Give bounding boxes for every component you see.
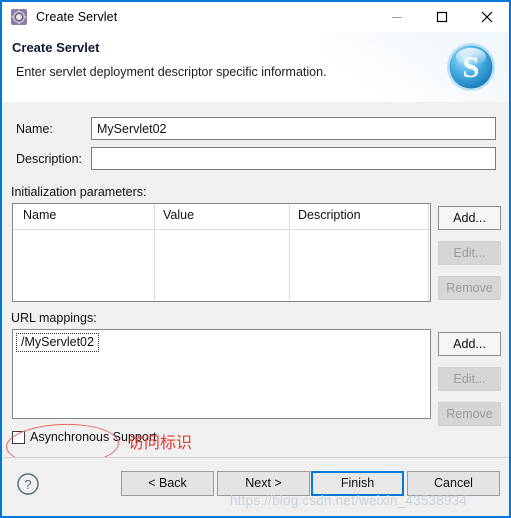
init-params-remove-button: Remove <box>438 276 501 300</box>
maximize-button[interactable] <box>419 2 464 31</box>
header-description: Enter servlet deployment descriptor spec… <box>16 65 327 79</box>
asynchronous-support-checkbox[interactable] <box>12 430 25 444</box>
name-label: Name: <box>16 122 53 136</box>
table-body[interactable] <box>13 230 430 301</box>
svg-text:S: S <box>463 51 480 84</box>
url-mappings-remove-button: Remove <box>438 402 501 426</box>
url-mappings-label: URL mappings: <box>11 311 97 325</box>
minimize-button[interactable] <box>374 2 419 31</box>
column-header-name: Name <box>23 208 57 222</box>
annotation-text: 访问标识 <box>128 433 193 452</box>
column-divider <box>289 230 290 301</box>
init-parameters-label: Initialization parameters: <box>11 185 147 199</box>
url-mappings-add-button[interactable]: Add... <box>438 332 501 356</box>
init-params-edit-button: Edit... <box>438 241 501 265</box>
close-button[interactable] <box>464 2 509 31</box>
dialog-body: Name: Description: Initialization parame… <box>2 102 509 468</box>
window-title: Create Servlet <box>36 10 118 24</box>
svg-text:?: ? <box>24 477 31 492</box>
spring-s-sphere-logo: S <box>445 41 497 93</box>
column-divider[interactable] <box>289 204 290 229</box>
dialog-header: Create Servlet Enter servlet deployment … <box>2 32 509 103</box>
header-title: Create Servlet <box>12 40 100 55</box>
next-button[interactable]: Next > <box>217 471 310 496</box>
column-divider <box>428 230 429 301</box>
finish-button[interactable]: Finish <box>311 471 404 496</box>
column-header-description: Description <box>298 208 361 222</box>
dialog-footer: ? < Back Next > Finish Cancel <box>2 457 509 516</box>
window-titlebar[interactable]: Create Servlet <box>2 2 509 32</box>
servlet-gear-icon <box>11 9 27 25</box>
list-item[interactable]: /MyServlet02 <box>16 333 99 352</box>
minimize-icon <box>391 11 403 23</box>
table-header-row: Name Value Description <box>13 204 430 230</box>
url-mappings-list[interactable]: /MyServlet02 <box>12 329 431 419</box>
init-params-add-button[interactable]: Add... <box>438 206 501 230</box>
column-divider[interactable] <box>154 204 155 229</box>
column-divider <box>154 230 155 301</box>
description-input[interactable] <box>91 147 496 170</box>
column-divider[interactable] <box>428 204 429 229</box>
back-button[interactable]: < Back <box>121 471 214 496</box>
url-mappings-edit-button: Edit... <box>438 367 501 391</box>
init-parameters-table[interactable]: Name Value Description <box>12 203 431 302</box>
help-question-icon[interactable]: ? <box>16 472 40 496</box>
description-label: Description: <box>16 152 82 166</box>
close-icon <box>480 10 494 24</box>
maximize-icon <box>436 11 448 23</box>
cancel-button[interactable]: Cancel <box>407 471 500 496</box>
name-input[interactable] <box>91 117 496 140</box>
column-header-value: Value <box>163 208 195 222</box>
create-servlet-dialog: Create Servlet Create Servlet Enter serv… <box>0 0 511 518</box>
